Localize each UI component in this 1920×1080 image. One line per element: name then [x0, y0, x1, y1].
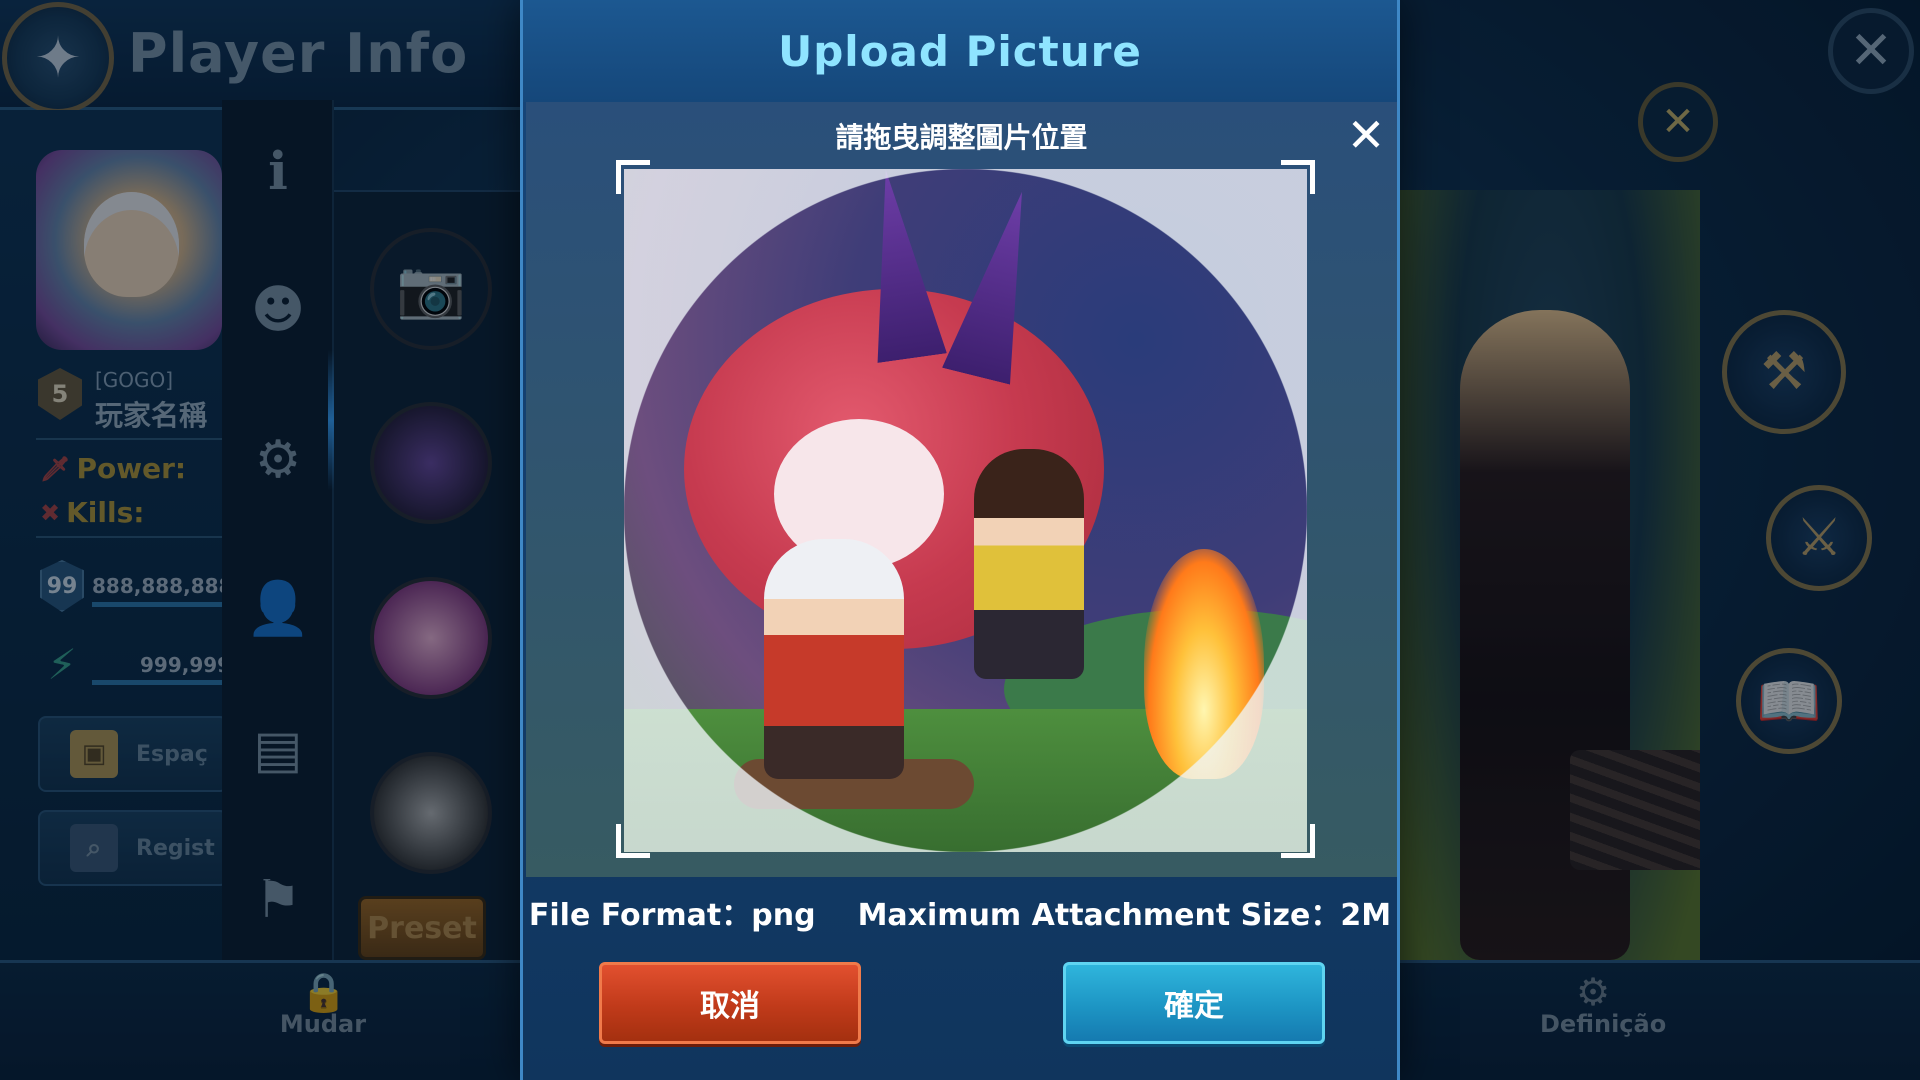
upload-requirements: File Format：png Maximum Attachment Size：…	[523, 890, 1397, 934]
dialog-title-bar: Upload Picture	[523, 0, 1397, 102]
crop-handle-bottom-left[interactable]	[616, 824, 650, 858]
confirm-button[interactable]: 確定	[1063, 962, 1325, 1044]
image-crop-preview[interactable]	[624, 169, 1307, 852]
file-format-text: File Format：png	[528, 898, 816, 933]
crop-handle-top-right[interactable]	[1281, 160, 1315, 194]
circular-crop-mask	[624, 169, 1307, 852]
dialog-title: Upload Picture	[778, 26, 1142, 76]
max-size-text: Maximum Attachment Size：2M	[857, 898, 1392, 933]
close-icon[interactable]: ✕	[1343, 112, 1389, 158]
crop-handle-top-left[interactable]	[616, 160, 650, 194]
cancel-button[interactable]: 取消	[599, 962, 861, 1044]
crop-hint-text: 請拖曳調整圖片位置	[835, 121, 1088, 154]
crop-area[interactable]: 請拖曳調整圖片位置 ✕	[526, 102, 1397, 877]
crop-handle-bottom-right[interactable]	[1281, 824, 1315, 858]
upload-picture-dialog: Upload Picture 請拖曳調整圖片位置 ✕ File Format：p…	[520, 0, 1400, 1080]
